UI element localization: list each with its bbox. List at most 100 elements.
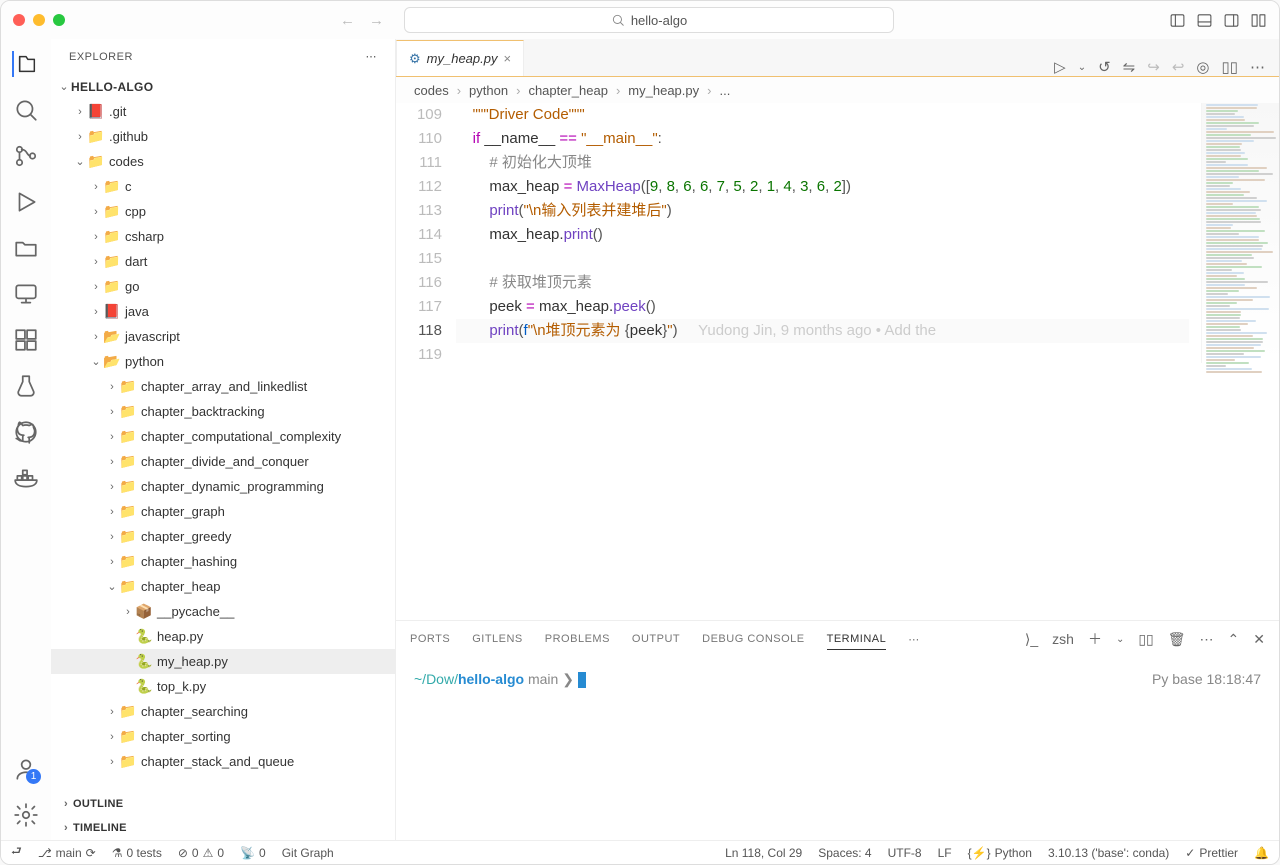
tree-item[interactable]: ⌄📁chapter_heap: [51, 574, 395, 599]
breadcrumb-item[interactable]: ...: [719, 83, 730, 98]
nav-forward-icon[interactable]: →: [369, 12, 384, 29]
panel-tab[interactable]: PORTS: [410, 633, 450, 645]
nav-back-icon[interactable]: ←: [340, 12, 355, 29]
close-window[interactable]: [13, 14, 25, 26]
folder-open-icon[interactable]: [13, 235, 39, 261]
search-icon[interactable]: [13, 97, 39, 123]
minimap[interactable]: [1201, 103, 1279, 363]
explorer-icon[interactable]: [12, 51, 38, 77]
tree-item[interactable]: ⌄📂python: [51, 349, 395, 374]
new-terminal-icon[interactable]: ＋: [1088, 629, 1102, 649]
github-icon[interactable]: [13, 419, 39, 445]
terminal[interactable]: ~/Dow/hello-algo main ❯ Py base 18:18:47: [396, 657, 1279, 840]
remote-status[interactable]: ⮐: [11, 842, 22, 863]
panel-tab[interactable]: PROBLEMS: [545, 633, 610, 645]
terminal-split-dropdown-icon[interactable]: ⌄: [1116, 634, 1124, 645]
account-icon[interactable]: 1: [13, 756, 39, 782]
tree-item[interactable]: 🐍heap.py: [51, 624, 395, 649]
tab-close-icon[interactable]: ×: [503, 51, 511, 66]
nav-next-icon[interactable]: ↩: [1172, 58, 1185, 76]
breadcrumb-item[interactable]: chapter_heap: [528, 83, 608, 98]
test-icon[interactable]: [13, 373, 39, 399]
split-editor-icon[interactable]: ▯▯: [1221, 58, 1238, 76]
run-debug-icon[interactable]: [13, 189, 39, 215]
tree-item[interactable]: ›📁c: [51, 174, 395, 199]
run-dropdown-icon[interactable]: ⌄: [1078, 62, 1086, 73]
scm-icon[interactable]: [13, 143, 39, 169]
tree-item[interactable]: ›📁chapter_greedy: [51, 524, 395, 549]
command-center[interactable]: hello-algo: [404, 7, 894, 33]
code-area[interactable]: """Driver Code""" if __name__ == "__main…: [456, 103, 1279, 620]
panel-tab[interactable]: TERMINAL: [827, 633, 887, 650]
kill-terminal-icon[interactable]: 🗑: [1168, 631, 1186, 648]
timeline-section[interactable]: ›TIMELINE: [51, 816, 395, 840]
panel-more-icon[interactable]: ⋯: [908, 633, 920, 646]
zoom-window[interactable]: [53, 14, 65, 26]
panel-close-icon[interactable]: ✕: [1253, 631, 1265, 648]
nav-prev-icon[interactable]: ↪: [1147, 58, 1160, 76]
extensions-icon[interactable]: [13, 327, 39, 353]
file-tree[interactable]: ⌄HELLO-ALGO ›📕.git›📁.github⌄📁codes›📁c›📁c…: [51, 74, 395, 792]
tree-item[interactable]: ›📁cpp: [51, 199, 395, 224]
panel-overflow-icon[interactable]: ⋯: [1200, 631, 1214, 648]
tree-item[interactable]: 🐍my_heap.py: [51, 649, 395, 674]
tests-status[interactable]: ⚗ 0 tests: [112, 846, 162, 860]
run-icon[interactable]: ▷: [1054, 58, 1066, 76]
tree-item[interactable]: ›📁chapter_array_and_linkedlist: [51, 374, 395, 399]
panel-tab[interactable]: GITLENS: [472, 633, 523, 645]
tree-item[interactable]: ›📁chapter_hashing: [51, 549, 395, 574]
workspace-root[interactable]: ⌄HELLO-ALGO: [51, 74, 395, 99]
explorer-more-icon[interactable]: ⋯: [366, 50, 378, 63]
panel-tab[interactable]: DEBUG CONSOLE: [702, 633, 804, 645]
tree-item[interactable]: ›📁.github: [51, 124, 395, 149]
docker-icon[interactable]: [13, 465, 39, 491]
minimize-window[interactable]: [33, 14, 45, 26]
tree-item[interactable]: ›📦__pycache__: [51, 599, 395, 624]
editor-more-icon[interactable]: ⋯: [1250, 58, 1265, 76]
panel-tab[interactable]: OUTPUT: [632, 633, 680, 645]
tree-item[interactable]: ›📁dart: [51, 249, 395, 274]
layout-sidebar-right-icon[interactable]: [1223, 12, 1240, 29]
tree-item[interactable]: ›📁chapter_divide_and_conquer: [51, 449, 395, 474]
breadcrumb-item[interactable]: my_heap.py: [628, 83, 699, 98]
prettier-status[interactable]: ✓ Prettier: [1185, 846, 1238, 860]
tree-item[interactable]: ›📕.git: [51, 99, 395, 124]
settings-gear-icon[interactable]: [13, 802, 39, 828]
branch-status[interactable]: ⎇ main ⟳: [38, 846, 96, 860]
tree-item[interactable]: ›📁chapter_computational_complexity: [51, 424, 395, 449]
notifications-icon[interactable]: 🔔: [1254, 846, 1269, 860]
tree-item[interactable]: ›📁go: [51, 274, 395, 299]
indent-status[interactable]: Spaces: 4: [818, 846, 871, 860]
breadcrumb-item[interactable]: python: [469, 83, 508, 98]
terminal-launch-icon[interactable]: ⟩_: [1025, 631, 1038, 648]
tab-my-heap[interactable]: ⚙ my_heap.py ×: [396, 40, 524, 76]
tree-item[interactable]: ›📁chapter_dynamic_programming: [51, 474, 395, 499]
split-terminal-icon[interactable]: ▯▯: [1138, 631, 1153, 648]
tree-item[interactable]: ›📕java: [51, 299, 395, 324]
tree-item[interactable]: ›📂javascript: [51, 324, 395, 349]
language-status[interactable]: {⚡} Python: [968, 846, 1032, 860]
encoding-status[interactable]: UTF-8: [888, 846, 922, 860]
terminal-shell[interactable]: zsh: [1052, 631, 1074, 647]
code-editor[interactable]: 109110111112113114115116117118119 """Dri…: [396, 103, 1279, 620]
problems-status[interactable]: ⊘ 0 ⚠ 0: [178, 846, 224, 860]
layout-panel-icon[interactable]: [1196, 12, 1213, 29]
tree-item[interactable]: ›📁chapter_stack_and_queue: [51, 749, 395, 774]
interpreter-status[interactable]: 3.10.13 ('base': conda): [1048, 846, 1169, 860]
more-nav-icon[interactable]: ◎: [1196, 58, 1209, 76]
remote-icon[interactable]: [13, 281, 39, 307]
breadcrumb-item[interactable]: codes: [414, 83, 449, 98]
outline-section[interactable]: ›OUTLINE: [51, 792, 395, 816]
timeline-icon[interactable]: ↺: [1098, 58, 1111, 76]
tree-item[interactable]: ›📁chapter_searching: [51, 699, 395, 724]
tree-item[interactable]: ›📁chapter_graph: [51, 499, 395, 524]
panel-maximize-icon[interactable]: ⌃: [1228, 631, 1240, 648]
layout-sidebar-left-icon[interactable]: [1169, 12, 1186, 29]
git-compare-icon[interactable]: ⇋: [1123, 58, 1136, 76]
radio-status[interactable]: 📡 0: [240, 846, 266, 860]
layout-customize-icon[interactable]: [1250, 12, 1267, 29]
gitgraph-status[interactable]: Git Graph: [282, 846, 334, 860]
tree-item[interactable]: ›📁chapter_backtracking: [51, 399, 395, 424]
tree-item[interactable]: 🐍top_k.py: [51, 674, 395, 699]
tree-item[interactable]: ⌄📁codes: [51, 149, 395, 174]
